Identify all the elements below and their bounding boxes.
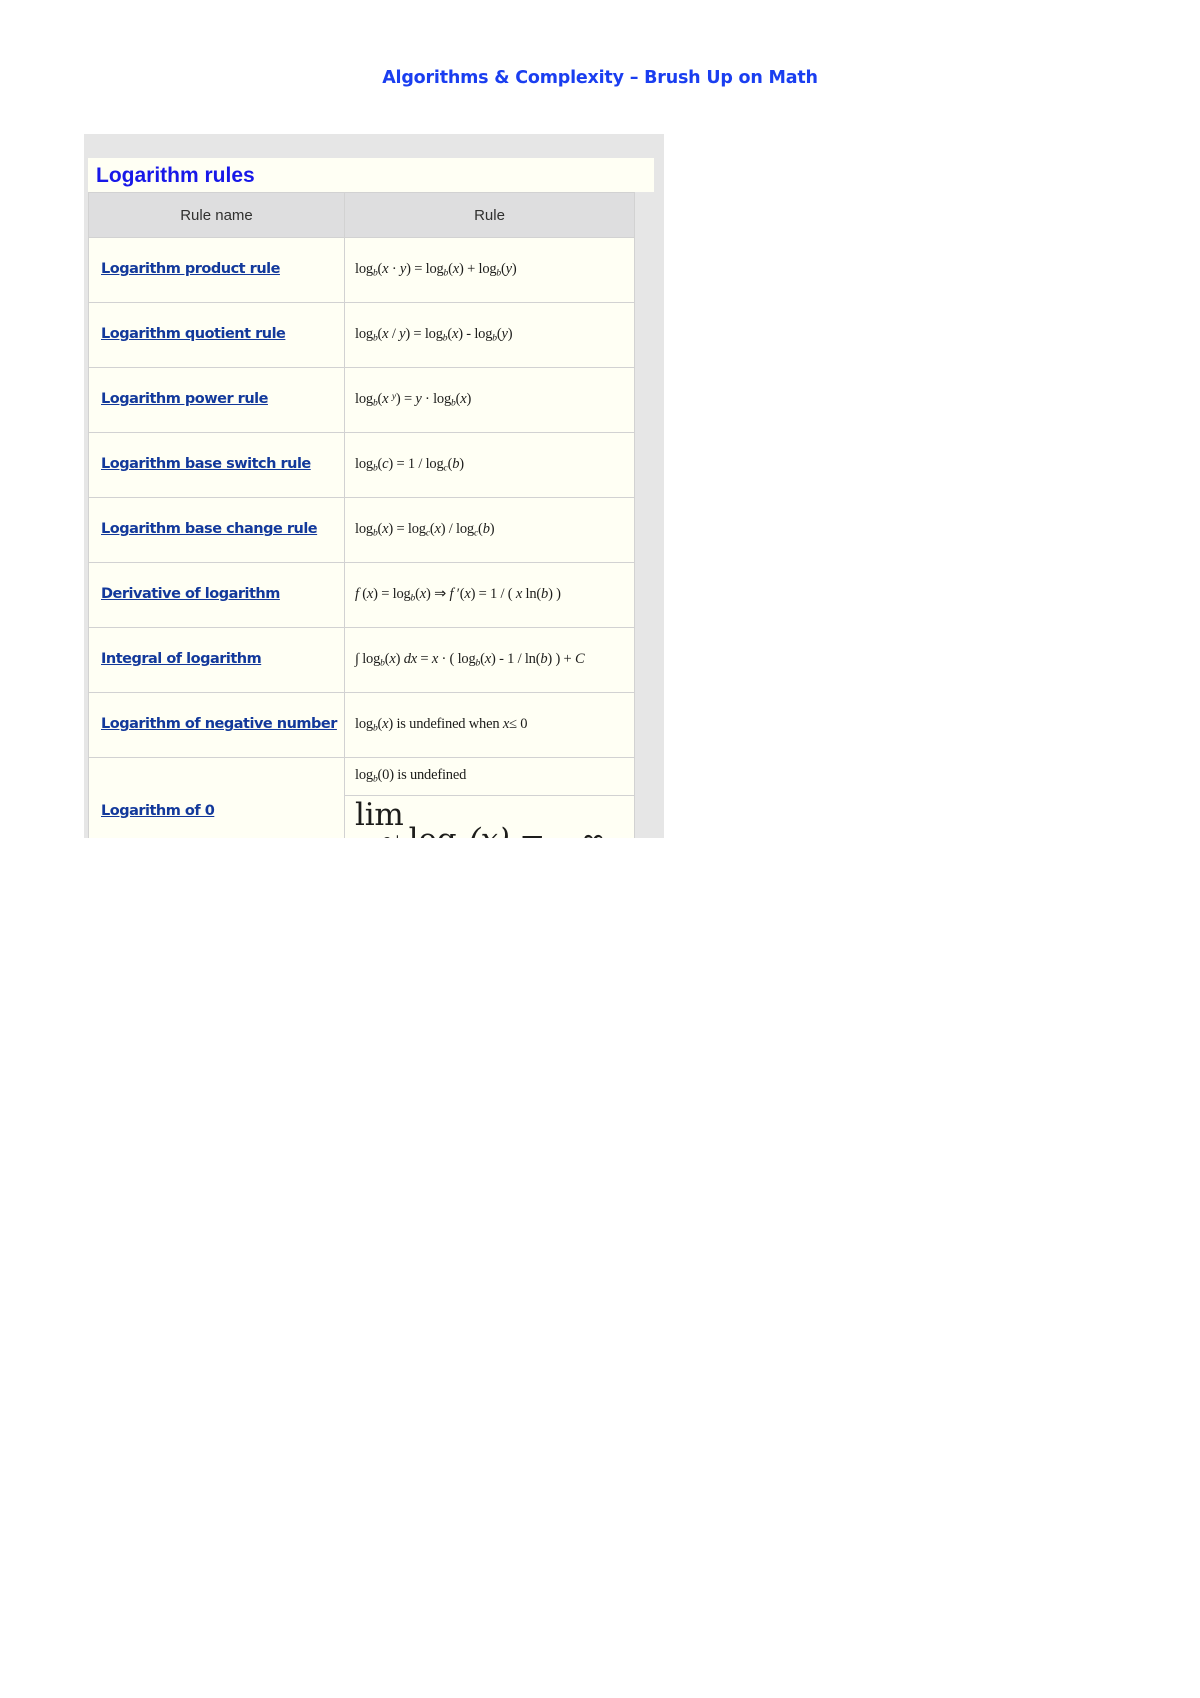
- limit-formula-cell: lim x→0+ logb(x) = −∞: [345, 795, 634, 838]
- table-row: Logarithm of negative number logb(x) is …: [88, 692, 635, 758]
- link-logarithm-base-switch-rule[interactable]: Logarithm base switch rule: [101, 456, 311, 472]
- rule-name-cell: Logarithm power rule: [88, 367, 345, 433]
- logarithm-of-zero-inner-table: logb(0) is undefined lim x→0+ log: [345, 758, 634, 838]
- table-row: Logarithm quotient rule logb(x / y) = lo…: [88, 302, 635, 368]
- link-logarithm-base-change-rule[interactable]: Logarithm base change rule: [101, 521, 318, 537]
- link-derivative-of-logarithm[interactable]: Derivative of logarithm: [101, 586, 280, 602]
- rule-formula-cell: logb(x) = logc(x) / logc(b): [344, 497, 635, 563]
- rule-formula-cell: logb(x y) = y · logb(x): [344, 367, 635, 433]
- rule-name-cell: Logarithm product rule: [88, 237, 345, 303]
- limit-operator: lim x→0+: [355, 796, 404, 838]
- link-integral-of-logarithm[interactable]: Integral of logarithm: [101, 651, 262, 667]
- link-logarithm-of-negative-number[interactable]: Logarithm of negative number: [101, 716, 337, 732]
- equals-sign: =: [519, 822, 545, 838]
- section-heading-text: Logarithm rules: [96, 163, 255, 187]
- link-logarithm-quotient-rule[interactable]: Logarithm quotient rule: [101, 326, 286, 342]
- rule-formula-text: logb(0) is undefined: [345, 758, 634, 796]
- rule-formula-cell: logb(x) is undefined when x≤ 0: [344, 692, 635, 758]
- inner-row-text: logb(0) is undefined: [345, 758, 634, 796]
- link-logarithm-power-rule[interactable]: Logarithm power rule: [101, 391, 268, 407]
- embedded-object-shell: Logarithm rules Rule name Rule Logarithm…: [84, 134, 664, 838]
- table-row: Logarithm power rule logb(x y) = y · log…: [88, 367, 635, 433]
- rule-formula-cell: logb(0) is undefined lim x→0+ log: [344, 757, 635, 838]
- rule-formula-cell: logb(x · y) = logb(x) + logb(y): [344, 237, 635, 303]
- rule-name-cell: Derivative of logarithm: [88, 562, 345, 628]
- column-header-rule-name: Rule name: [88, 192, 345, 238]
- rule-name-cell: Logarithm base change rule: [88, 497, 345, 563]
- limit-value: −∞: [555, 822, 607, 838]
- lim-label: lim: [355, 796, 404, 833]
- table-header-row: Rule name Rule: [88, 192, 635, 238]
- rule-formula-cell: f (x) = logb(x) ⇒ f ′(x) = 1 / ( x ln(b)…: [344, 562, 635, 628]
- limit-formula-math: lim x→0+ logb(x) = −∞: [355, 798, 606, 838]
- log-label: log: [409, 822, 457, 838]
- rule-name-cell: Logarithm quotient rule: [88, 302, 345, 368]
- lim-subscript: x→0+: [355, 832, 404, 838]
- log-argument: (x): [469, 822, 510, 838]
- table-row: Derivative of logarithm f (x) = logb(x) …: [88, 562, 635, 628]
- rule-name-cell: Logarithm of 0: [88, 757, 345, 838]
- table-body: Logarithm product rule logb(x · y) = log…: [88, 237, 635, 838]
- rule-name-cell: Integral of logarithm: [88, 627, 345, 693]
- table-row: Logarithm product rule logb(x · y) = log…: [88, 237, 635, 303]
- rule-formula-cell: ∫ logb(x) dx = x · ( logb(x) - 1 / ln(b)…: [344, 627, 635, 693]
- table-row: Logarithm of 0 logb(0) is undefined lim: [88, 757, 635, 838]
- column-header-rule: Rule: [344, 192, 635, 238]
- table-row: Logarithm base change rule logb(x) = log…: [88, 497, 635, 563]
- page-title: Algorithms & Complexity – Brush Up on Ma…: [382, 68, 818, 88]
- rule-formula-cell: logb(c) = 1 / logc(b): [344, 432, 635, 498]
- section-header: Logarithm rules: [88, 158, 654, 192]
- logarithm-rules-table: Rule name Rule Logarithm product rule lo…: [88, 192, 635, 838]
- rule-name-cell: Logarithm base switch rule: [88, 432, 345, 498]
- table-row: Integral of logarithm ∫ logb(x) dx = x ·…: [88, 627, 635, 693]
- lim-sub-sup: +: [391, 832, 403, 838]
- document-page: Algorithms & Complexity – Brush Up on Ma…: [0, 0, 1200, 1698]
- lim-sub-text: x→0: [355, 834, 391, 838]
- rule-formula-cell: logb(x / y) = logb(x) - logb(y): [344, 302, 635, 368]
- link-logarithm-of-0[interactable]: Logarithm of 0: [101, 803, 215, 819]
- rule-name-cell: Logarithm of negative number: [88, 692, 345, 758]
- log-base-label: b: [456, 837, 468, 838]
- link-logarithm-product-rule[interactable]: Logarithm product rule: [101, 261, 280, 277]
- table-row: Logarithm base switch rule logb(c) = 1 /…: [88, 432, 635, 498]
- inner-row-limit-image: lim x→0+ logb(x) = −∞: [345, 795, 634, 838]
